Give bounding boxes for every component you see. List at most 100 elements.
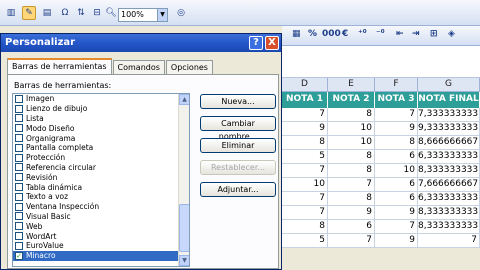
grid-cell[interactable]: 7 bbox=[282, 108, 328, 122]
column-header[interactable]: F bbox=[375, 78, 418, 92]
sort-icon[interactable]: ⇅ bbox=[74, 6, 88, 20]
toolbar-checkbox[interactable] bbox=[15, 183, 23, 192]
list-item[interactable]: Modo Diseño bbox=[13, 123, 189, 133]
grid-cell[interactable]: 6 bbox=[375, 150, 418, 164]
reset-button[interactable]: Restablecer... bbox=[200, 160, 276, 175]
grid-cell[interactable]: 8 bbox=[375, 136, 418, 150]
grid-cell[interactable]: 9,333333333 bbox=[418, 122, 480, 136]
toolbar-checkbox[interactable] bbox=[15, 104, 23, 113]
grid-cell[interactable]: 5 bbox=[282, 234, 328, 248]
grid-cell[interactable]: 7 bbox=[328, 234, 375, 248]
list-item[interactable]: Organigrama bbox=[13, 133, 189, 143]
grid-cell[interactable]: 10 bbox=[328, 122, 375, 136]
list-item[interactable]: Tabla dinámica bbox=[13, 182, 189, 192]
dialog-title[interactable]: Personalizar bbox=[1, 34, 281, 52]
filter-icon[interactable]: ⊟ bbox=[90, 6, 104, 20]
toolbar-checkbox[interactable] bbox=[15, 241, 23, 250]
grid-cell[interactable]: 9 bbox=[375, 122, 418, 136]
grid-cell[interactable]: 7 bbox=[282, 192, 328, 206]
tab-commands[interactable]: Comandos bbox=[112, 60, 165, 74]
grid-cell[interactable]: 8,333333333 bbox=[418, 164, 480, 178]
grid-cell[interactable]: 8 bbox=[282, 136, 328, 150]
list-item[interactable]: Lienzo de dibujo bbox=[13, 104, 189, 114]
zoom-dropdown-icon[interactable]: ▼ bbox=[158, 8, 168, 22]
list-item[interactable]: Pantalla completa bbox=[13, 143, 189, 153]
tab-toolbars[interactable]: Barras de herramientas bbox=[7, 58, 112, 74]
scroll-up-icon[interactable]: ▲ bbox=[179, 94, 189, 105]
toolbar-checkbox[interactable] bbox=[15, 134, 23, 143]
zoom-icon[interactable]: 🔍︎ bbox=[104, 6, 118, 20]
grid-cell[interactable]: 8 bbox=[282, 220, 328, 234]
column-header[interactable]: E bbox=[328, 78, 375, 92]
help-icon[interactable]: ◎ bbox=[174, 6, 188, 20]
list-item[interactable]: Revisión bbox=[13, 172, 189, 182]
grid-cell[interactable]: 8 bbox=[328, 150, 375, 164]
grid-cell[interactable]: 6 bbox=[375, 178, 418, 192]
grid-cell[interactable]: 7 bbox=[282, 206, 328, 220]
grid-cell[interactable]: 10 bbox=[282, 178, 328, 192]
grid-cell[interactable]: 7 bbox=[282, 164, 328, 178]
grid-cell[interactable]: 6 bbox=[375, 192, 418, 206]
toolbar-checkbox[interactable] bbox=[15, 173, 23, 182]
drawing-icon[interactable]: ✎ bbox=[22, 6, 36, 20]
toolbar-checkbox[interactable] bbox=[15, 192, 23, 201]
list-item[interactable]: WordArt bbox=[13, 231, 189, 241]
euro-icon[interactable]: € bbox=[342, 29, 348, 39]
borders-icon[interactable]: ⊞ bbox=[430, 29, 438, 39]
list-item[interactable]: Visual Basic bbox=[13, 212, 189, 222]
toolbar-checkbox[interactable]: ✓ bbox=[15, 251, 23, 260]
grid-cell[interactable]: 9 bbox=[375, 234, 418, 248]
list-item[interactable]: Web bbox=[13, 221, 189, 231]
list-item[interactable]: EuroValue bbox=[13, 241, 189, 251]
grid-cell[interactable]: 7 bbox=[375, 108, 418, 122]
grid-cell[interactable]: 7 bbox=[328, 178, 375, 192]
rename-button[interactable]: Cambiar nombre... bbox=[200, 116, 276, 141]
grid-cell[interactable]: 5 bbox=[282, 150, 328, 164]
column-header[interactable]: G bbox=[418, 78, 480, 92]
nota-header[interactable]: NOTA 1 bbox=[282, 92, 328, 108]
grid-cell[interactable]: 9 bbox=[375, 206, 418, 220]
fill-color-icon[interactable]: ◈ bbox=[448, 29, 455, 39]
grid-cell[interactable]: 7 bbox=[418, 234, 480, 248]
omega-icon[interactable]: Ω bbox=[58, 6, 72, 20]
list-item[interactable]: Imagen bbox=[13, 94, 189, 104]
grid-cell[interactable]: 8 bbox=[328, 164, 375, 178]
nota-header[interactable]: NOTA 3 bbox=[375, 92, 418, 108]
grid-cell[interactable]: 8,333333333 bbox=[418, 220, 480, 234]
toolbar-checkbox[interactable] bbox=[15, 163, 23, 172]
list-scrollbar[interactable]: ▲ ▼ bbox=[178, 94, 189, 266]
scroll-thumb[interactable] bbox=[179, 204, 189, 252]
grid-cell[interactable]: 6,333333333 bbox=[418, 192, 480, 206]
grid-cell[interactable]: 9 bbox=[328, 206, 375, 220]
attach-button[interactable]: Adjuntar... bbox=[200, 182, 276, 197]
indent-icon[interactable]: ⇤ bbox=[396, 29, 404, 39]
grid-cell[interactable]: 8,666666667 bbox=[418, 136, 480, 150]
toolbar-checkbox[interactable] bbox=[15, 124, 23, 133]
column-header[interactable]: D bbox=[282, 78, 328, 92]
toolbar-checkbox[interactable] bbox=[15, 202, 23, 211]
help-button[interactable]: ? bbox=[249, 36, 263, 50]
toolbar-checkbox[interactable] bbox=[15, 232, 23, 241]
toolbar-checkbox[interactable] bbox=[15, 114, 23, 123]
grid-cell[interactable]: 9 bbox=[282, 122, 328, 136]
list-item[interactable]: Texto a voz bbox=[13, 192, 189, 202]
grid-cell[interactable]: 8 bbox=[328, 108, 375, 122]
nota-header[interactable]: NOTA 2 bbox=[328, 92, 375, 108]
toolbar-checkbox[interactable] bbox=[15, 143, 23, 152]
chart-icon[interactable]: ▥ bbox=[4, 6, 18, 20]
toolbar-checkbox[interactable] bbox=[15, 153, 23, 162]
grid-cell[interactable]: 8,333333333 bbox=[418, 206, 480, 220]
toolbar-checkbox[interactable] bbox=[15, 94, 23, 103]
grid-cell[interactable]: 8 bbox=[328, 192, 375, 206]
grid-cell[interactable]: 7,666666667 bbox=[418, 178, 480, 192]
grid-cell[interactable]: 10 bbox=[328, 136, 375, 150]
zoom-box[interactable]: 100% bbox=[118, 8, 158, 22]
list-item[interactable]: Referencia circular bbox=[13, 163, 189, 173]
toolbar-checkbox[interactable] bbox=[15, 212, 23, 221]
paste-icon[interactable]: ▤ bbox=[40, 6, 54, 20]
scroll-down-icon[interactable]: ▼ bbox=[179, 255, 189, 266]
percent-icon[interactable]: % bbox=[308, 29, 317, 39]
grid-cell[interactable]: 10 bbox=[375, 164, 418, 178]
list-item[interactable]: Protección bbox=[13, 153, 189, 163]
toolbars-listbox[interactable]: Imagen Lienzo de dibujo Lista Modo Diseño Or… bbox=[12, 93, 190, 267]
